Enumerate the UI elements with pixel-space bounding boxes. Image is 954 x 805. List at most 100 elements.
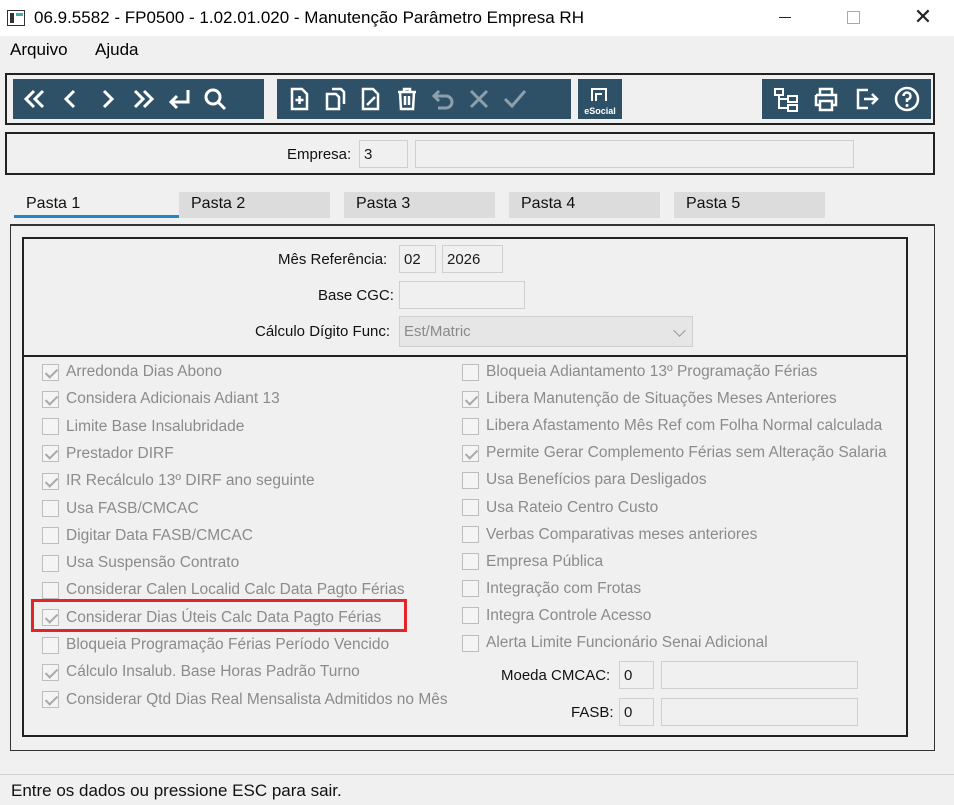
checkbox[interactable] <box>462 471 479 489</box>
exit-button[interactable] <box>847 80 888 118</box>
checkbox[interactable] <box>42 691 59 709</box>
checkbox-row[interactable]: Bloqueia Adiantamento 13º Programação Fé… <box>462 362 817 382</box>
checkbox-label: Considerar Calen Localid Calc Data Pagto… <box>66 581 405 599</box>
checkbox[interactable] <box>42 554 59 572</box>
checkbox[interactable] <box>462 580 479 598</box>
checkbox-row[interactable]: Libera Afastamento Mês Ref com Folha Nor… <box>462 416 882 436</box>
new-record-button[interactable] <box>281 80 317 118</box>
mes-referencia-year-field[interactable]: 2026 <box>442 245 503 273</box>
tab-pasta-1[interactable]: Pasta 1 <box>14 192 179 218</box>
calculo-digito-select[interactable]: Est/Matric <box>399 316 693 347</box>
checkbox[interactable] <box>462 390 479 408</box>
checkbox-row[interactable]: Digitar Data FASB/CMCAC <box>42 526 253 546</box>
esocial-button[interactable]: eSocial <box>578 79 622 119</box>
search-button[interactable] <box>197 80 233 118</box>
checkbox-label: Integra Controle Acesso <box>486 606 652 624</box>
checkbox-row[interactable]: Prestador DIRF <box>42 444 174 464</box>
checkbox-row[interactable]: Empresa Pública <box>462 552 603 572</box>
checkbox[interactable] <box>462 499 479 516</box>
menu-bar: Arquivo Ajuda <box>0 38 954 64</box>
checkbox-row[interactable]: Usa Suspensão Contrato <box>42 553 239 573</box>
minimize-icon <box>779 16 791 18</box>
tab-pasta-2[interactable]: Pasta 2 <box>179 192 330 218</box>
checkbox[interactable] <box>462 363 479 381</box>
checkbox-label: Bloqueia Programação Férias Período Venc… <box>66 636 390 653</box>
checkbox-row[interactable]: Arredonda Dias Abono <box>42 362 222 382</box>
checkbox-row[interactable]: Verbas Comparativas meses anteriores <box>462 525 757 545</box>
tab-pasta-3[interactable]: Pasta 3 <box>344 192 495 218</box>
fasb-code-field[interactable]: 0 <box>619 698 654 726</box>
checkbox[interactable] <box>462 634 479 652</box>
checkbox[interactable] <box>42 418 59 436</box>
fasb-desc-field[interactable] <box>661 698 858 726</box>
tab-pasta-4[interactable]: Pasta 4 <box>509 192 660 218</box>
mes-referencia-month-field[interactable]: 02 <box>399 245 436 273</box>
checkbox-label: Usa FASB/CMCAC <box>66 499 199 517</box>
cancel-button[interactable] <box>461 80 497 118</box>
utility-toolbar-group <box>762 79 931 119</box>
next-record-icon <box>102 89 115 109</box>
checkbox[interactable] <box>42 663 59 681</box>
close-button[interactable]: ✕ <box>900 0 946 34</box>
checkbox[interactable] <box>42 527 59 545</box>
checkbox-row[interactable]: Bloqueia Programação Férias Período Venc… <box>42 635 389 655</box>
checkbox-row[interactable]: Considera Adicionais Adiant 13 <box>42 389 280 409</box>
previous-record-button[interactable] <box>53 80 89 118</box>
help-button[interactable] <box>888 80 927 118</box>
checkbox-row[interactable]: Usa Rateio Centro Custo <box>462 498 658 518</box>
checkbox[interactable] <box>42 445 59 463</box>
checkbox-row[interactable]: Libera Manutenção de Situações Meses Ant… <box>462 389 837 409</box>
checkbox-label: Arredonda Dias Abono <box>66 363 222 380</box>
menu-ajuda[interactable]: Ajuda <box>95 40 138 60</box>
checkbox-row[interactable]: IR Recálculo 13º DIRF ano seguinte <box>42 471 315 491</box>
checkbox-row[interactable]: Integra Controle Acesso <box>462 606 651 626</box>
checkbox[interactable] <box>42 581 59 599</box>
checkbox[interactable] <box>42 472 59 490</box>
checkbox[interactable] <box>42 390 59 408</box>
return-button[interactable] <box>161 80 197 118</box>
maximize-icon <box>846 10 860 24</box>
undo-button[interactable] <box>425 80 461 118</box>
exit-icon <box>856 88 879 110</box>
moeda-cmcac-desc-field[interactable] <box>661 661 858 689</box>
empresa-name-field[interactable] <box>415 140 854 168</box>
maximize-button[interactable] <box>830 0 876 34</box>
checkbox-row[interactable]: Cálculo Insalub. Base Horas Padrão Turno <box>42 662 360 682</box>
empresa-code-field[interactable]: 3 <box>359 140 408 168</box>
menu-arquivo[interactable]: Arquivo <box>10 40 68 60</box>
checkbox-row[interactable]: Alerta Limite Funcionário Senai Adiciona… <box>462 633 768 653</box>
checkbox[interactable] <box>462 553 479 571</box>
checkbox[interactable] <box>462 526 479 544</box>
checkbox-label: Permite Gerar Complemento Férias sem Alt… <box>486 444 887 462</box>
tree-button[interactable] <box>766 80 805 118</box>
checkbox[interactable] <box>42 500 59 517</box>
next-record-button[interactable] <box>89 80 125 118</box>
checkbox-row[interactable]: Considerar Qtd Dias Real Mensalista Admi… <box>42 690 448 710</box>
first-record-button[interactable] <box>17 80 53 118</box>
copy-record-button[interactable] <box>317 80 353 118</box>
checkbox-label: Empresa Pública <box>486 552 604 570</box>
checkbox[interactable] <box>462 417 479 435</box>
checkbox[interactable] <box>42 363 59 381</box>
confirm-button[interactable] <box>497 80 533 118</box>
moeda-cmcac-code-field[interactable]: 0 <box>619 661 654 689</box>
minimize-button[interactable] <box>762 0 808 34</box>
checkbox-label: IR Recálculo 13º DIRF ano seguinte <box>66 472 315 490</box>
checkbox-row[interactable]: Usa Benefícios para Desligados <box>462 470 707 490</box>
checkbox-row[interactable]: Integração com Frotas <box>462 579 641 599</box>
app-icon <box>7 10 25 26</box>
tab-pasta-5[interactable]: Pasta 5 <box>674 192 825 218</box>
print-button[interactable] <box>805 80 846 118</box>
edit-record-button[interactable] <box>353 80 389 118</box>
checkbox-row[interactable]: Considerar Calen Localid Calc Data Pagto… <box>42 580 405 600</box>
last-record-button[interactable] <box>125 80 161 118</box>
checkbox[interactable] <box>462 607 479 625</box>
checkbox-row[interactable]: Limite Base Insalubridade <box>42 417 244 437</box>
checkbox-row[interactable]: Usa FASB/CMCAC <box>42 499 199 519</box>
checkbox[interactable] <box>462 444 479 462</box>
checkbox-label: Cálculo Insalub. Base Horas Padrão Turno <box>66 663 360 681</box>
base-cgc-field[interactable] <box>399 281 525 309</box>
checkbox-row[interactable]: Permite Gerar Complemento Férias sem Alt… <box>462 443 887 463</box>
delete-record-button[interactable] <box>389 80 425 118</box>
checkbox[interactable] <box>42 636 59 654</box>
